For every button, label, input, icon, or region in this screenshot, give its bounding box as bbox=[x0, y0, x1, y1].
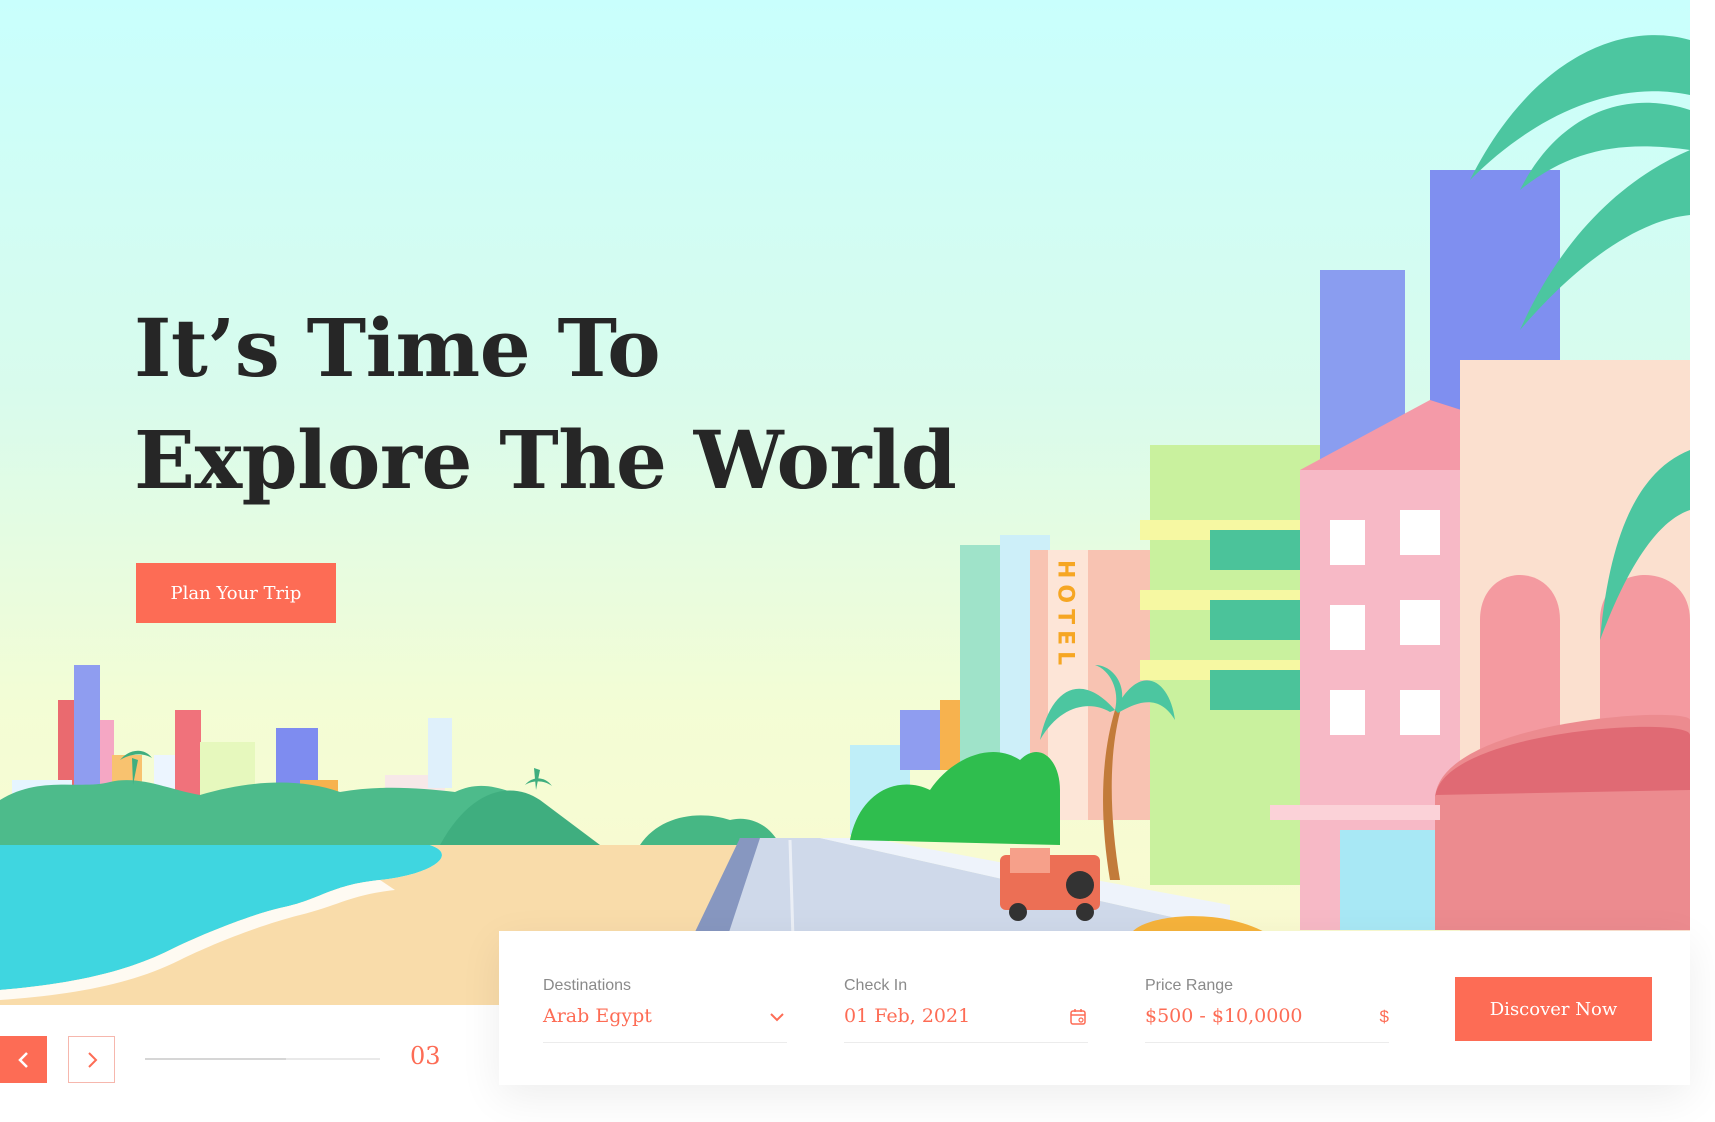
trip-search-panel: Destinations Arab Egypt Check In 01 Feb,… bbox=[499, 931, 1690, 1085]
check-in-label: Check In bbox=[844, 977, 908, 994]
chevron-down-icon[interactable] bbox=[767, 1007, 787, 1027]
chevron-right-icon bbox=[87, 1051, 97, 1068]
check-in-field[interactable]: Check In 01 Feb, 2021 bbox=[844, 977, 1088, 1043]
previous-slide-button[interactable] bbox=[0, 1036, 47, 1083]
distant-skyline bbox=[12, 665, 452, 805]
headline-line-2: Explore The World bbox=[134, 413, 957, 507]
slide-progress-track bbox=[145, 1058, 380, 1060]
price-range-field[interactable]: Price Range $500 - $10,0000 $ bbox=[1145, 977, 1389, 1043]
destination-value: Arab Egypt bbox=[543, 1005, 652, 1027]
slider-navigation: 03 bbox=[0, 1036, 460, 1084]
next-slide-button[interactable] bbox=[68, 1036, 115, 1083]
chevron-left-icon bbox=[17, 1051, 28, 1068]
hero-section: HOTEL It’s Time To Explore The World Pla… bbox=[0, 0, 1690, 1005]
price-range-label: Price Range bbox=[1145, 977, 1234, 994]
destination-label: Destinations bbox=[543, 977, 632, 994]
slide-progress-fill bbox=[145, 1058, 286, 1060]
price-range-value: $500 - $10,0000 bbox=[1145, 1005, 1303, 1027]
hotel-sign: HOTEL bbox=[1053, 560, 1078, 671]
discover-now-button[interactable]: Discover Now bbox=[1455, 977, 1652, 1041]
slide-counter: 03 bbox=[410, 1042, 441, 1070]
calendar-icon[interactable] bbox=[1068, 1007, 1088, 1027]
plan-your-trip-button[interactable]: Plan Your Trip bbox=[136, 563, 336, 623]
headline-line-1: It’s Time To bbox=[134, 301, 661, 395]
check-in-value: 01 Feb, 2021 bbox=[844, 1005, 971, 1027]
dollar-icon: $ bbox=[1379, 1007, 1389, 1026]
hero-headline: It’s Time To Explore The World bbox=[134, 292, 957, 516]
destination-field[interactable]: Destinations Arab Egypt bbox=[543, 977, 787, 1043]
